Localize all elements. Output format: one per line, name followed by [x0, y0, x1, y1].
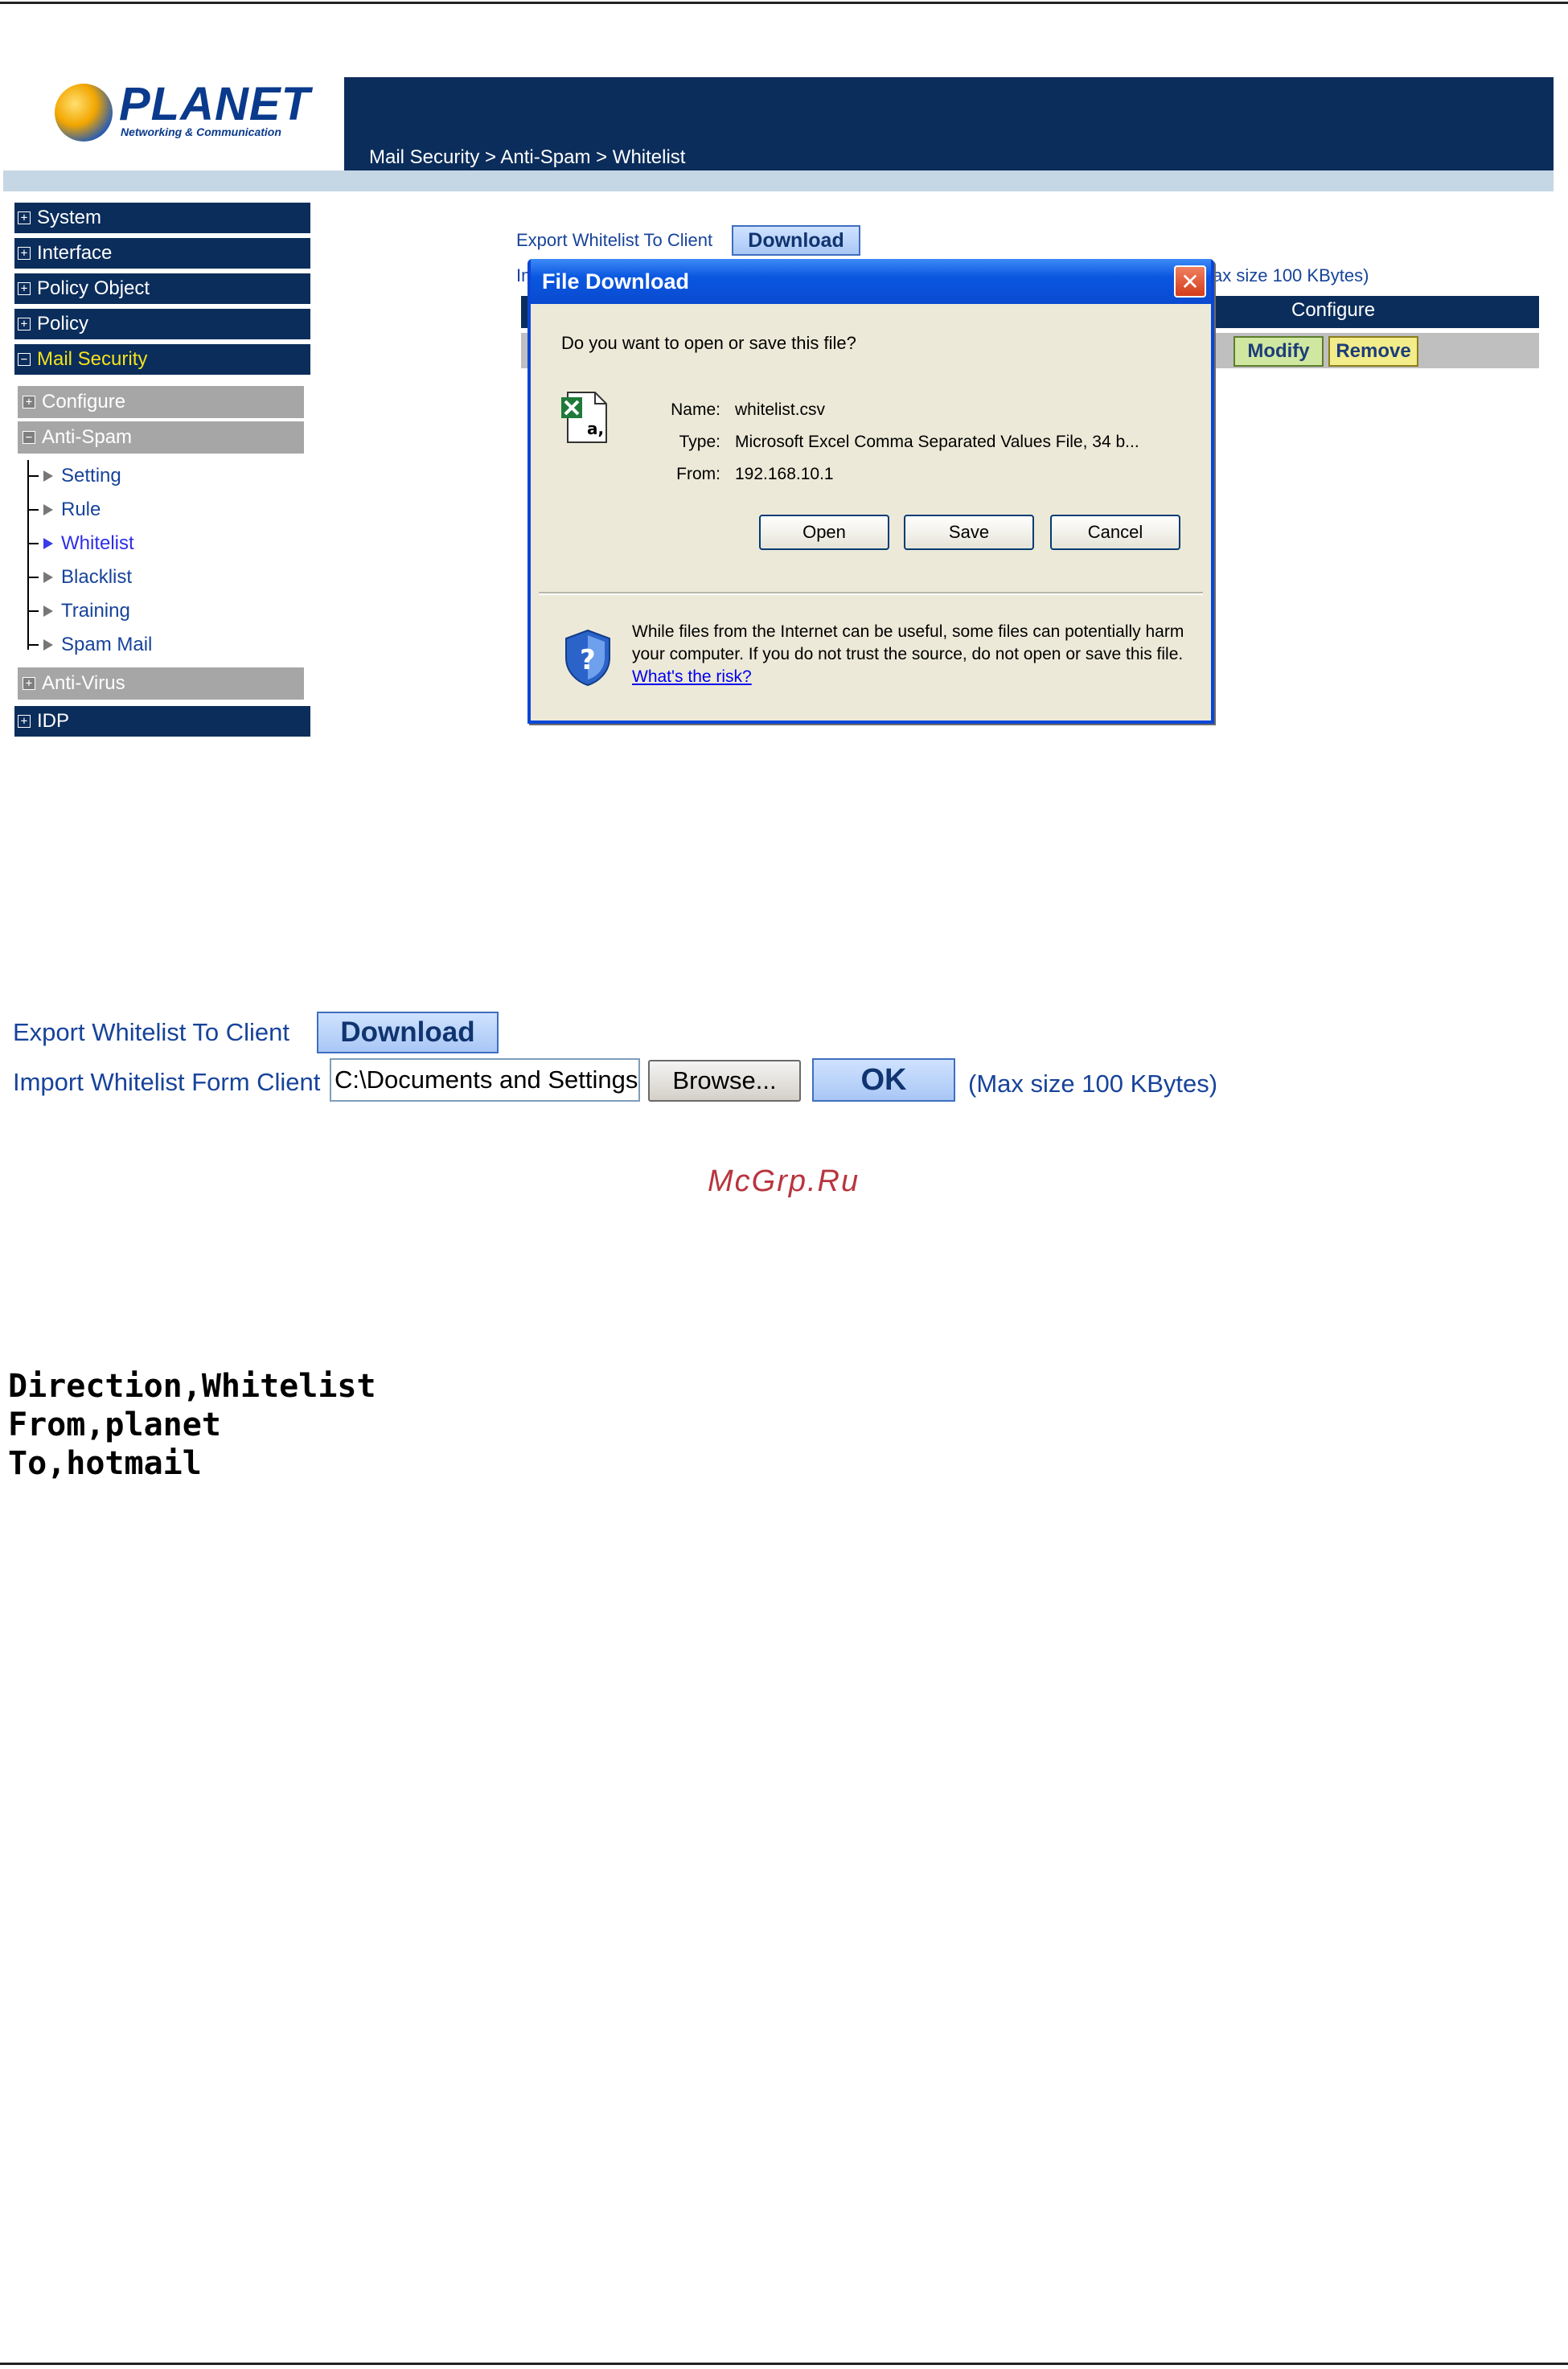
sidebar-item-idp[interactable]: + IDP [14, 706, 310, 738]
sidebar-subitem-label: Anti-Virus [42, 672, 125, 694]
import-file-path-input[interactable]: C:\Documents and Settings [330, 1058, 640, 1102]
bottom-rule [0, 2363, 1568, 2365]
browse-button[interactable]: Browse... [648, 1060, 801, 1102]
expand-icon: + [18, 318, 31, 331]
expand-icon: + [23, 677, 35, 690]
sidebar-item-label: Mail Security [37, 348, 148, 370]
expand-icon: + [23, 396, 35, 409]
logo-text: PLANET [119, 78, 310, 130]
sidebar-subitem-label: Configure [42, 391, 126, 413]
warning-text: While files from the Internet can be use… [632, 622, 1184, 663]
name-value: whitelist.csv [735, 400, 826, 419]
header-band [3, 170, 1554, 191]
tree-item-label: Setting [61, 465, 121, 487]
file-download-dialog: File Download ✕ Do you want to open or s… [527, 259, 1214, 724]
expand-icon: + [18, 715, 31, 728]
arrow-right-icon [43, 606, 53, 617]
svg-text:a,: a, [587, 419, 604, 438]
tree-item-label: Blacklist [61, 566, 133, 588]
sidebar-item-label: Interface [37, 242, 113, 264]
breadcrumb: Mail Security > Anti-Spam > Whitelist [369, 146, 686, 168]
csv-line: From,planet [8, 1406, 221, 1443]
sidebar-item-label: Policy [37, 313, 89, 335]
max-size-label: (Max size 100 KBytes) [968, 1070, 1218, 1098]
export-whitelist-label: Export Whitelist To Client [13, 1018, 289, 1046]
excel-file-icon: a, [561, 392, 607, 443]
from-value: 192.168.10.1 [735, 465, 834, 483]
sidebar-item-label: IDP [37, 710, 70, 732]
tree-item-setting[interactable]: Setting [27, 460, 121, 492]
tree-item-blacklist[interactable]: Blacklist [27, 561, 132, 593]
sidebar-subitem-configure[interactable]: + Configure [18, 386, 304, 418]
name-label: Name: [671, 400, 720, 419]
expand-icon: + [18, 247, 31, 260]
remove-button[interactable]: Remove [1328, 336, 1418, 367]
arrow-right-icon [43, 504, 53, 515]
type-label: Type: [679, 433, 720, 451]
sidebar-item-system[interactable]: + System [14, 203, 310, 235]
planet-logo-icon [55, 84, 113, 142]
download-button[interactable]: Download [732, 225, 860, 256]
logo-subtitle: Networking & Communication [121, 125, 281, 138]
csv-line: Direction,Whitelist [8, 1368, 376, 1405]
expand-icon: + [18, 282, 31, 295]
whats-the-risk-link[interactable]: What's the risk? [632, 667, 752, 686]
sidebar-item-interface[interactable]: + Interface [14, 238, 310, 270]
csv-line: To,hotmail [8, 1445, 202, 1482]
sidebar-item-mail-security[interactable]: − Mail Security [14, 344, 310, 376]
divider [539, 593, 1203, 595]
modify-button[interactable]: Modify [1233, 336, 1324, 367]
from-label: From: [676, 465, 720, 483]
import-whitelist-label: Import Whitelist Form Client [13, 1068, 321, 1096]
dialog-question: Do you want to open or save this file? [561, 333, 856, 353]
sidebar-subitem-anti-virus[interactable]: + Anti-Virus [18, 667, 304, 700]
dialog-title: File Download [531, 259, 1211, 304]
ok-button[interactable]: OK [812, 1058, 955, 1102]
expand-icon: + [18, 211, 31, 224]
arrow-right-icon [43, 538, 53, 549]
top-rule [0, 2, 1568, 4]
tree-item-label: Training [61, 600, 130, 622]
cancel-button[interactable]: Cancel [1050, 515, 1180, 550]
security-warning: While files from the Internet can be use… [632, 621, 1195, 688]
tree-item-label: Rule [61, 499, 101, 520]
sidebar-item-label: Policy Object [37, 277, 150, 299]
arrow-right-icon [43, 639, 53, 651]
arrow-right-icon [43, 572, 53, 583]
save-button[interactable]: Save [904, 515, 1034, 550]
svg-text:?: ? [580, 644, 596, 676]
configure-column-header: Configure [1291, 299, 1376, 321]
collapse-icon: − [23, 431, 35, 444]
tree-item-whitelist[interactable]: Whitelist [27, 528, 134, 560]
csv-content: Direction,Whitelist From,planet To,hotmail [8, 1367, 376, 1483]
tree-item-label: Spam Mail [61, 634, 153, 655]
collapse-icon: − [18, 353, 31, 366]
type-value: Microsoft Excel Comma Separated Values F… [735, 433, 1139, 451]
tree-item-spam-mail[interactable]: Spam Mail [27, 629, 152, 661]
sidebar-item-policy[interactable]: + Policy [14, 309, 310, 341]
security-shield-icon: ? [565, 629, 610, 687]
export-whitelist-label: Export Whitelist To Client [516, 230, 713, 250]
arrow-right-icon [43, 470, 53, 482]
tree-item-label: Whitelist [61, 532, 134, 554]
sidebar-subitem-anti-spam[interactable]: − Anti-Spam [18, 421, 304, 454]
tree-item-training[interactable]: Training [27, 595, 130, 627]
download-button[interactable]: Download [317, 1012, 499, 1053]
tree-item-rule[interactable]: Rule [27, 494, 101, 526]
sidebar-item-label: System [37, 207, 102, 228]
sidebar-item-policy-object[interactable]: + Policy Object [14, 273, 310, 306]
watermark: McGrp.Ru [708, 1164, 860, 1198]
max-size-label-partial: ax size 100 KBytes) [1213, 265, 1369, 285]
open-button[interactable]: Open [759, 515, 889, 550]
close-icon[interactable]: ✕ [1174, 265, 1206, 298]
sidebar-subitem-label: Anti-Spam [42, 426, 133, 448]
